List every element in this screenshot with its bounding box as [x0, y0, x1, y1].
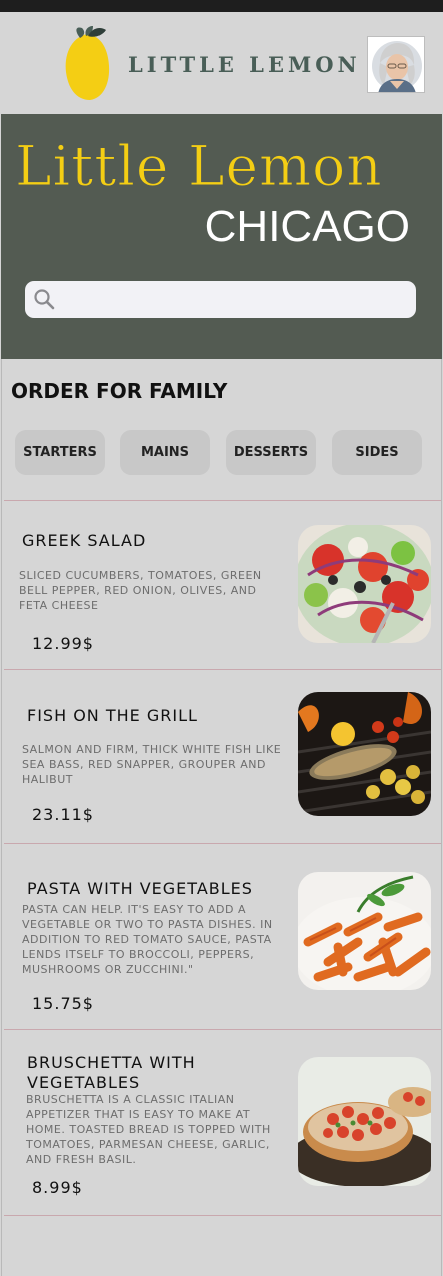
divider: [4, 1215, 441, 1216]
menu-item-description: PASTA CAN HELP. IT'S EASY TO ADD A VEGET…: [22, 903, 273, 976]
divider: [4, 843, 441, 844]
status-bar: [0, 0, 443, 12]
bruschetta-image: [298, 1057, 431, 1186]
divider: [4, 500, 441, 501]
menu-item-description: SLICED CUCUMBERS, TOMATOES, GREEN BELL P…: [19, 569, 262, 612]
user-photo-icon: [368, 37, 424, 92]
search-input[interactable]: [25, 281, 416, 318]
hero-banner: Little Lemon CHICAGO: [1, 114, 442, 359]
menu-item-name: PASTA WITH VEGETABLES: [27, 879, 253, 898]
hero-title: Little Lemon: [15, 134, 383, 199]
pasta-image: [298, 872, 431, 990]
divider: [4, 1029, 441, 1030]
header: LITTLE LEMON: [0, 12, 443, 114]
divider: [4, 669, 441, 670]
menu-item-description: SALMON AND FIRM, THICK WHITE FISH LIKE S…: [22, 743, 282, 786]
menu-item-name: GREEK SALAD: [22, 531, 147, 550]
menu-item-price: 15.75$: [32, 994, 94, 1013]
profile-avatar[interactable]: [367, 36, 425, 93]
menu-item-price: 23.11$: [32, 805, 94, 824]
grilled-fish-image: [298, 692, 431, 816]
category-starters-button[interactable]: STARTERS: [15, 430, 105, 475]
brand-name: LITTLE LEMON: [128, 52, 361, 77]
category-mains-button[interactable]: MAINS: [120, 430, 210, 475]
hero-location: CHICAGO: [204, 202, 410, 251]
menu-item-description: BRUSCHETTA IS A CLASSIC ITALIAN APPETIZE…: [26, 1093, 271, 1166]
search-icon: [34, 289, 55, 310]
menu-item-name: BRUSCHETTA WITH VEGETABLES: [27, 1053, 196, 1092]
greek-salad-image: [298, 525, 431, 643]
menu-item-price: 8.99$: [32, 1178, 83, 1197]
category-sides-button[interactable]: SIDES: [332, 430, 422, 475]
category-desserts-button[interactable]: DESSERTS: [226, 430, 316, 475]
menu-item-price: 12.99$: [32, 634, 94, 653]
lemon-logo-icon: [65, 26, 110, 100]
order-section-title: ORDER FOR FAMILY: [11, 379, 228, 403]
menu-item-name: FISH ON THE GRILL: [27, 706, 198, 725]
